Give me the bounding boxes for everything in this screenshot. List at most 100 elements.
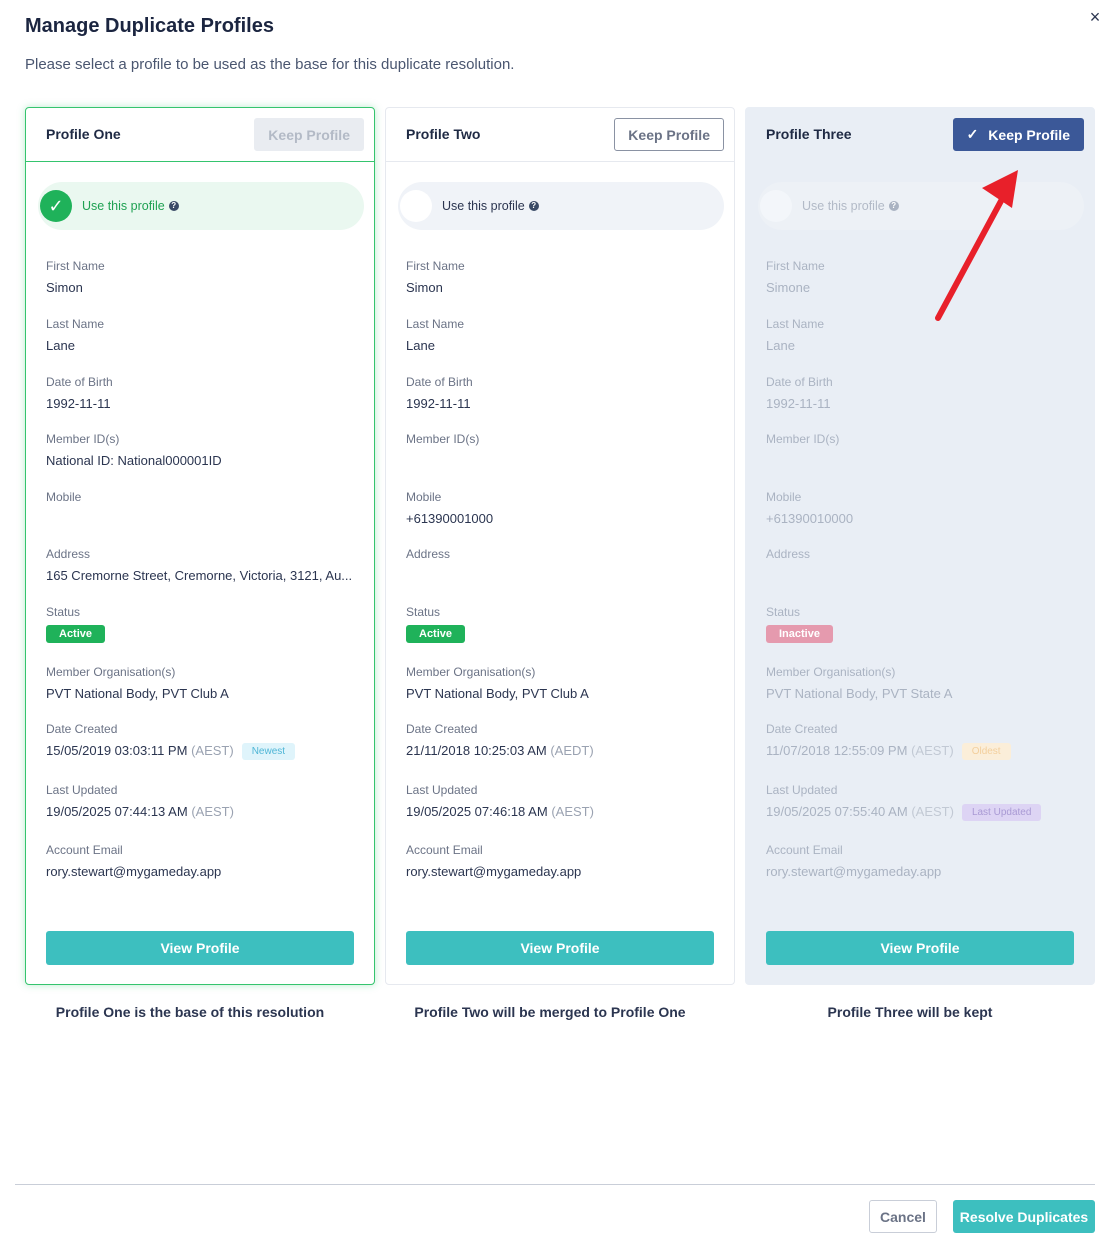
date-value: 19/05/2025 07:46:18 AM — [406, 804, 548, 819]
field-label: Address — [766, 547, 811, 561]
field-value: National ID: National000001ID — [46, 453, 222, 468]
timezone-label: (AEDT) — [550, 743, 594, 758]
keep-profile-button[interactable]: Keep Profile — [614, 118, 724, 151]
field-value: Simone — [766, 280, 811, 295]
field-label: Last Updated — [406, 783, 478, 797]
profile-title: Profile Two — [406, 126, 481, 142]
field-label: First Name — [46, 259, 105, 273]
keep-profile-button[interactable]: Keep Profile — [254, 118, 364, 151]
radio-circle-icon — [760, 190, 792, 222]
cancel-button[interactable]: Cancel — [869, 1200, 937, 1233]
status-badge: Active — [406, 625, 466, 643]
use-this-profile-label: Use this profile — [442, 199, 525, 213]
member-ids-field: Member ID(s) National ID: National000001I… — [46, 432, 358, 468]
profile-one-caption: Profile One is the base of this resoluti… — [55, 1004, 325, 1020]
last-updated-field: Last Updated 19/05/2025 07:44:13 AM (AEST… — [46, 783, 358, 819]
dob-field: Date of Birth 1992-11-11 — [406, 375, 718, 411]
dob-field: Date of Birth 1992-11-11 — [766, 375, 1078, 411]
checkmark-icon: ✓ — [966, 126, 979, 142]
timezone-label: (AEST) — [911, 743, 954, 758]
dob-field: Date of Birth 1992-11-11 — [46, 375, 358, 411]
field-label: Address — [46, 547, 91, 561]
field-value: 15/05/2019 03:03:11 PM (AEST) Newest — [46, 743, 358, 761]
use-this-profile-label: Use this profile — [82, 199, 165, 213]
last-updated-field: Last Updated 19/05/2025 07:46:18 AM (AEST… — [406, 783, 718, 819]
field-value: 19/05/2025 07:46:18 AM (AEST) — [406, 804, 718, 819]
view-profile-button[interactable]: View Profile — [766, 931, 1074, 965]
address-field: Address 165 Cremorne Street, Cremorne, Vi… — [46, 547, 358, 583]
close-icon[interactable]: × — [1086, 8, 1104, 26]
field-value: PVT National Body, PVT State A — [766, 686, 953, 701]
field-label: Date of Birth — [766, 375, 833, 389]
radio-circle-icon — [400, 190, 432, 222]
view-profile-button[interactable]: View Profile — [46, 931, 354, 965]
status-field: Status Active — [406, 605, 718, 643]
keep-profile-label: Keep Profile — [988, 126, 1070, 143]
profile-card-header: Profile One Keep Profile — [26, 108, 374, 162]
help-icon[interactable]: ? — [528, 201, 539, 211]
field-label: Member Organisation(s) — [46, 665, 176, 679]
profile-card-header: Profile Two Keep Profile — [386, 108, 734, 162]
date-value: 19/05/2025 07:44:13 AM — [46, 804, 188, 819]
field-label: Account Email — [46, 843, 123, 857]
timezone-label: (AEST) — [191, 804, 234, 819]
profile-two-caption: Profile Two will be merged to Profile On… — [414, 1004, 686, 1020]
last-name-field: Last Name Lane — [406, 317, 718, 353]
date-value: 21/11/2018 10:25:03 AM — [406, 743, 547, 758]
field-value: 1992-11-11 — [46, 396, 111, 411]
keep-profile-button[interactable]: ✓ Keep Profile — [952, 118, 1084, 151]
field-value: Simon — [406, 280, 443, 295]
field-label: Date Created — [46, 722, 118, 736]
date-value: 11/07/2018 12:55:09 PM — [766, 743, 908, 758]
date-value: 15/05/2019 03:03:11 PM — [46, 743, 188, 758]
field-value: PVT National Body, PVT Club A — [46, 686, 229, 701]
help-icon[interactable]: ? — [888, 201, 899, 211]
address-field: Address — [766, 547, 1078, 568]
field-label: Account Email — [766, 843, 843, 857]
field-label: Mobile — [46, 490, 82, 504]
use-this-profile-toggle[interactable]: ✓ Use this profile? — [38, 182, 364, 230]
date-value: 19/05/2025 07:55:40 AM — [766, 804, 908, 819]
field-label: Last Name — [46, 317, 105, 331]
field-value: rory.stewart@mygameday.app — [46, 864, 222, 879]
member-orgs-field: Member Organisation(s) PVT National Body,… — [406, 665, 718, 701]
field-label: Member Organisation(s) — [766, 665, 896, 679]
account-email-field: Account Email rory.stewart@mygameday.app — [46, 843, 358, 879]
dialog-subtitle: Please select a profile to be used as th… — [25, 56, 515, 73]
first-name-field: First Name Simon — [46, 259, 358, 295]
newest-tag: Newest — [241, 743, 296, 761]
use-this-profile-toggle[interactable]: Use this profile? — [398, 182, 724, 230]
status-badge: Active — [46, 625, 106, 643]
field-label: First Name — [766, 259, 825, 273]
help-icon[interactable]: ? — [168, 201, 179, 211]
date-created-field: Date Created 11/07/2018 12:55:09 PM (AEST… — [766, 722, 1078, 761]
status-field: Status Inactive — [766, 605, 1078, 643]
profile-title: Profile One — [46, 126, 121, 142]
field-label: Member ID(s) — [766, 432, 840, 446]
field-value: 1992-11-11 — [406, 396, 471, 411]
status-badge: Inactive — [766, 625, 833, 643]
use-this-profile-toggle[interactable]: Use this profile? — [758, 182, 1084, 230]
address-field: Address — [406, 547, 718, 568]
member-orgs-field: Member Organisation(s) PVT National Body,… — [766, 665, 1078, 701]
field-value: PVT National Body, PVT Club A — [406, 686, 589, 701]
field-value: +61390001000 — [406, 511, 494, 526]
field-value: 19/05/2025 07:44:13 AM (AEST) — [46, 804, 358, 819]
checkmark-icon: ✓ — [40, 190, 72, 222]
field-label: First Name — [406, 259, 465, 273]
profile-three-caption: Profile Three will be kept — [827, 1004, 993, 1020]
resolve-duplicates-button[interactable]: Resolve Duplicates — [953, 1200, 1095, 1233]
field-label: Mobile — [406, 490, 442, 504]
field-value: Lane — [406, 338, 435, 353]
status-field: Status Active — [46, 605, 358, 643]
member-ids-field: Member ID(s) — [406, 432, 718, 453]
field-label: Last Name — [406, 317, 465, 331]
date-created-field: Date Created 21/11/2018 10:25:03 AM (AEDT… — [406, 722, 718, 758]
profile-card-one: Profile One Keep Profile ✓ Use this prof… — [25, 107, 375, 985]
view-profile-button[interactable]: View Profile — [406, 931, 714, 965]
member-orgs-field: Member Organisation(s) PVT National Body,… — [46, 665, 358, 701]
profile-card-header: Profile Three ✓ Keep Profile — [746, 108, 1094, 162]
field-label: Member ID(s) — [46, 432, 120, 446]
field-label: Date of Birth — [406, 375, 473, 389]
field-label: Mobile — [766, 490, 802, 504]
